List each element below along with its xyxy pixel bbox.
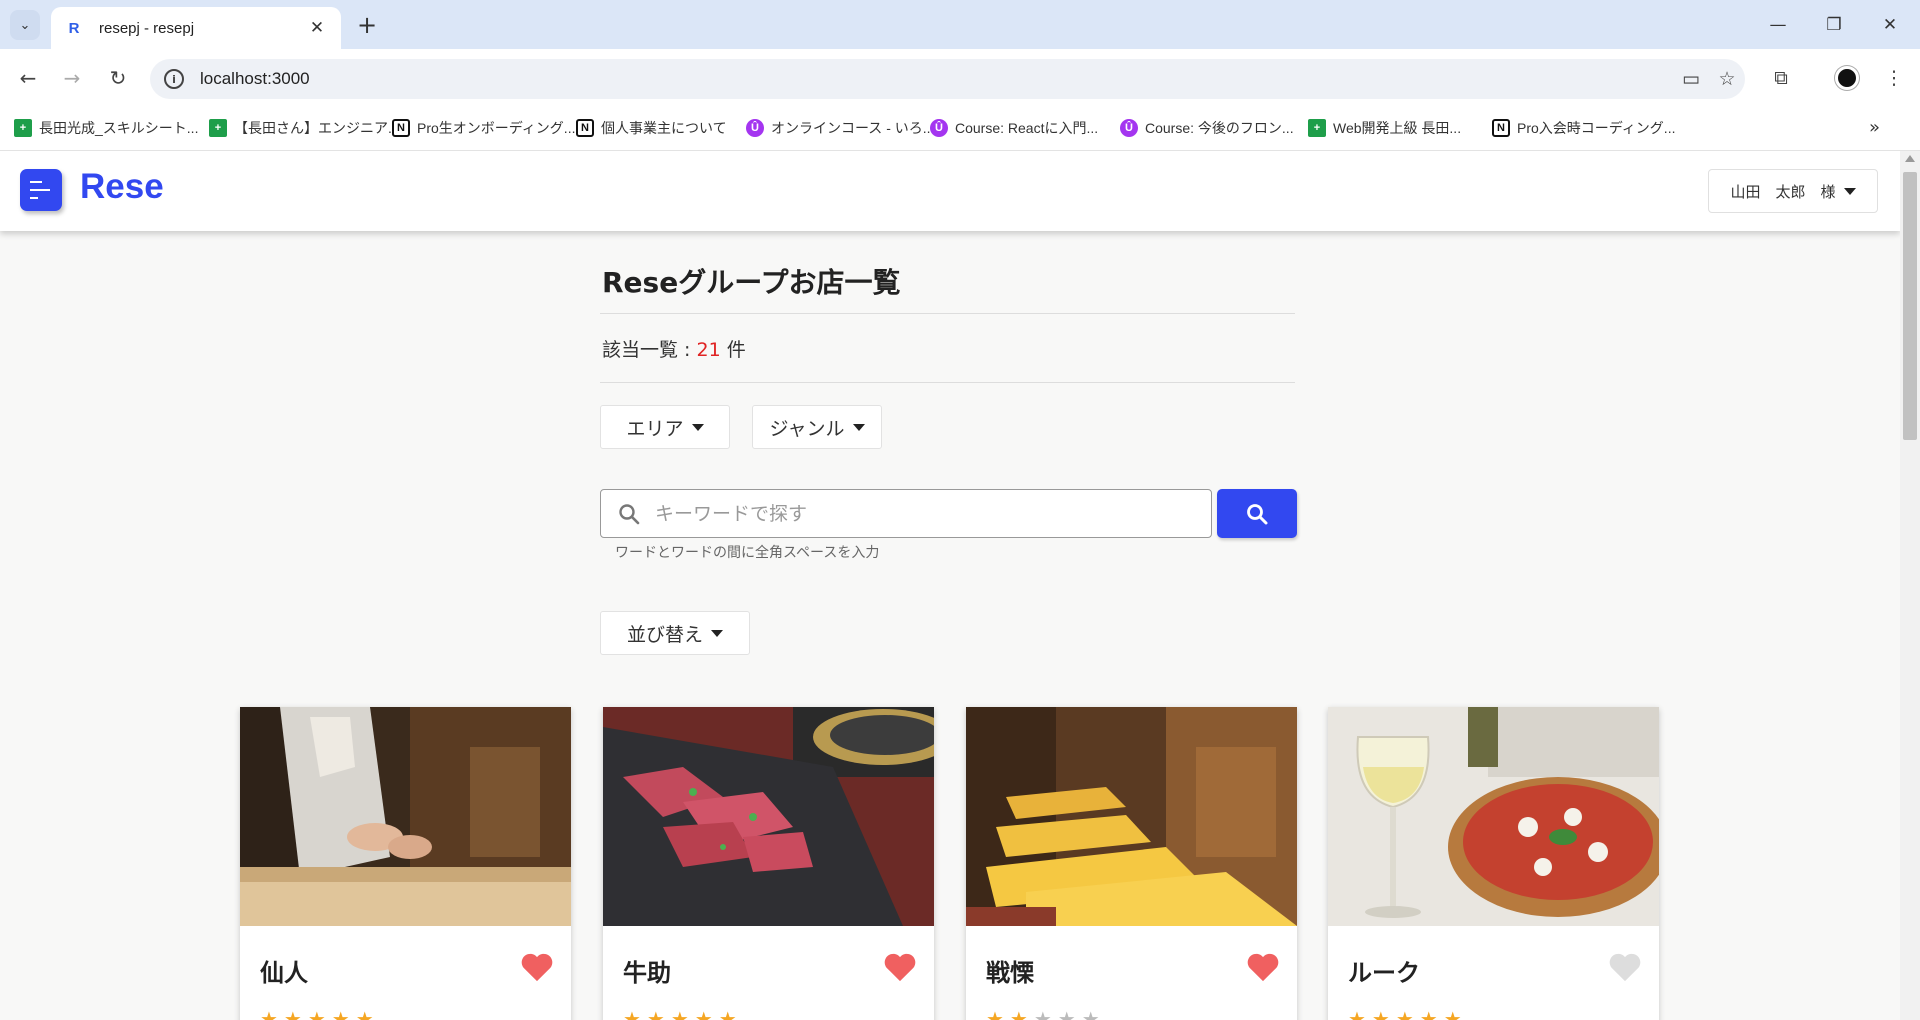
- divider: [600, 382, 1295, 383]
- page-viewport: Rese 山田 太郎 様 Reseグループお店一覧 該当一覧 : 21 件 エリ…: [0, 151, 1900, 1020]
- sort-button[interactable]: 並び替え: [600, 611, 750, 655]
- bookmark-item[interactable]: + Web開発上級 長田...: [1308, 115, 1461, 141]
- shop-card[interactable]: 戦慄 ★★★★★: [966, 707, 1297, 1020]
- shop-card[interactable]: 仙人 ★★★★★: [240, 707, 571, 1020]
- tab-favicon: R: [68, 19, 80, 37]
- chevron-down-icon: [691, 423, 704, 431]
- menu-hamburger-icon[interactable]: [20, 169, 62, 211]
- shop-photo[interactable]: [1328, 707, 1659, 926]
- extensions-puzzle-icon[interactable]: ⧉: [1766, 63, 1796, 93]
- rating-stars: ★★★★★: [1348, 1007, 1468, 1020]
- bookmark-item[interactable]: + 【長田さん】エンジニア...: [209, 115, 400, 141]
- address-bar[interactable]: i localhost:3000 ▭ ☆: [150, 59, 1745, 99]
- shop-card[interactable]: ルーク ★★★★★: [1328, 707, 1659, 1020]
- window-restore-icon[interactable]: ❐: [1806, 0, 1862, 49]
- app-header: Rese 山田 太郎 様: [0, 151, 1900, 231]
- bookmark-item[interactable]: Û オンラインコース - いろ...: [746, 115, 934, 141]
- sheets-icon: +: [209, 119, 227, 137]
- shop-card[interactable]: 牛助 ★★★★★: [603, 707, 934, 1020]
- browser-tab[interactable]: R resepj - resepj ✕: [51, 7, 341, 49]
- rating-stars: ★★★★★: [986, 1007, 1106, 1020]
- tab-title: resepj - resepj: [99, 19, 195, 37]
- area-filter-button[interactable]: エリア: [600, 405, 730, 449]
- rating-stars: ★★★★★: [260, 1007, 380, 1020]
- user-menu-button[interactable]: 山田 太郎 様: [1708, 169, 1878, 213]
- result-count-number: 21: [696, 339, 721, 361]
- app-logo[interactable]: Rese: [80, 167, 164, 207]
- udemy-icon: Û: [746, 119, 764, 137]
- search-icon: [1247, 503, 1268, 524]
- address-toolbar: ← → ↻ i localhost:3000 ▭ ☆ ⧉ ⋮: [0, 49, 1920, 107]
- window-minimize-icon[interactable]: —: [1750, 0, 1806, 49]
- bookmark-item[interactable]: N 個人事業主について: [576, 115, 727, 141]
- back-arrow-icon[interactable]: ←: [13, 63, 43, 93]
- udemy-icon: Û: [1120, 119, 1138, 137]
- reload-icon[interactable]: ↻: [103, 63, 133, 93]
- scrollbar-thumb[interactable]: [1903, 172, 1917, 440]
- page-scrollbar[interactable]: [1900, 151, 1920, 1020]
- search-icon: [617, 502, 647, 526]
- bookmark-item[interactable]: + 長田光成_スキルシート...: [14, 115, 198, 141]
- url-text[interactable]: localhost:3000: [200, 69, 1673, 89]
- chevron-down-icon: [852, 423, 865, 431]
- keyword-search-field[interactable]: [600, 489, 1212, 538]
- user-name: 山田 太郎 様: [1730, 182, 1836, 201]
- tab-search-chevron-icon[interactable]: ⌄: [10, 10, 40, 40]
- forward-arrow-icon[interactable]: →: [57, 63, 87, 93]
- notion-icon: N: [1492, 119, 1510, 137]
- result-count: 該当一覧 : 21 件: [602, 339, 746, 361]
- favorite-heart-icon[interactable]: [1608, 951, 1642, 983]
- favorite-heart-icon[interactable]: [1246, 951, 1280, 983]
- shop-name: 仙人: [260, 959, 308, 987]
- udemy-icon: Û: [930, 119, 948, 137]
- shop-name: 戦慄: [986, 959, 1034, 987]
- browser-tab-bar: ⌄ R resepj - resepj ✕ + — ❐ ✕: [0, 0, 1920, 49]
- bookmark-star-icon[interactable]: ☆: [1709, 68, 1745, 90]
- new-tab-plus-icon[interactable]: +: [352, 10, 382, 40]
- shop-photo[interactable]: [966, 707, 1297, 926]
- window-close-icon[interactable]: ✕: [1862, 0, 1918, 49]
- chevron-down-icon: [711, 629, 723, 637]
- shop-photo[interactable]: [240, 707, 571, 926]
- chevron-down-icon: [1843, 187, 1856, 195]
- bookmark-item[interactable]: Û Course: 今後のフロン...: [1120, 115, 1294, 141]
- genre-filter-button[interactable]: ジャンル: [752, 405, 882, 449]
- search-input[interactable]: [655, 502, 1175, 525]
- favorite-heart-icon[interactable]: [883, 951, 917, 983]
- profile-avatar[interactable]: [1832, 63, 1862, 93]
- browser-menu-kebab-icon[interactable]: ⋮: [1879, 63, 1909, 93]
- bookmark-item[interactable]: N Pro生オンボーディング...: [392, 115, 575, 141]
- sheets-icon: +: [1308, 119, 1326, 137]
- site-info-icon[interactable]: i: [164, 69, 184, 89]
- sheets-icon: +: [14, 119, 32, 137]
- favorite-heart-icon[interactable]: [520, 951, 554, 983]
- bookmarks-bar: + 長田光成_スキルシート... + 【長田さん】エンジニア... N Pro生オンボ…: [0, 107, 1920, 151]
- divider: [600, 313, 1295, 314]
- bookmark-item[interactable]: N Pro入会時コーディング...: [1492, 115, 1675, 141]
- search-hint: ワードとワードの間に全角スペースを入力: [615, 545, 880, 561]
- tab-close-icon[interactable]: ✕: [307, 18, 327, 38]
- shop-name: 牛助: [623, 959, 671, 987]
- search-submit-button[interactable]: [1217, 489, 1297, 538]
- rating-stars: ★★★★★: [623, 1007, 743, 1020]
- shop-name: ルーク: [1348, 959, 1420, 987]
- bookmark-item[interactable]: Û Course: Reactに入門...: [930, 115, 1098, 141]
- notion-icon: N: [576, 119, 594, 137]
- notion-icon: N: [392, 119, 410, 137]
- bookmarks-overflow-chevron-icon[interactable]: »: [1869, 117, 1880, 138]
- card-icon[interactable]: ▭: [1673, 68, 1709, 90]
- scroll-up-arrow-icon[interactable]: [1905, 155, 1915, 162]
- page-title: Reseグループお店一覧: [602, 266, 901, 299]
- shop-photo[interactable]: [603, 707, 934, 926]
